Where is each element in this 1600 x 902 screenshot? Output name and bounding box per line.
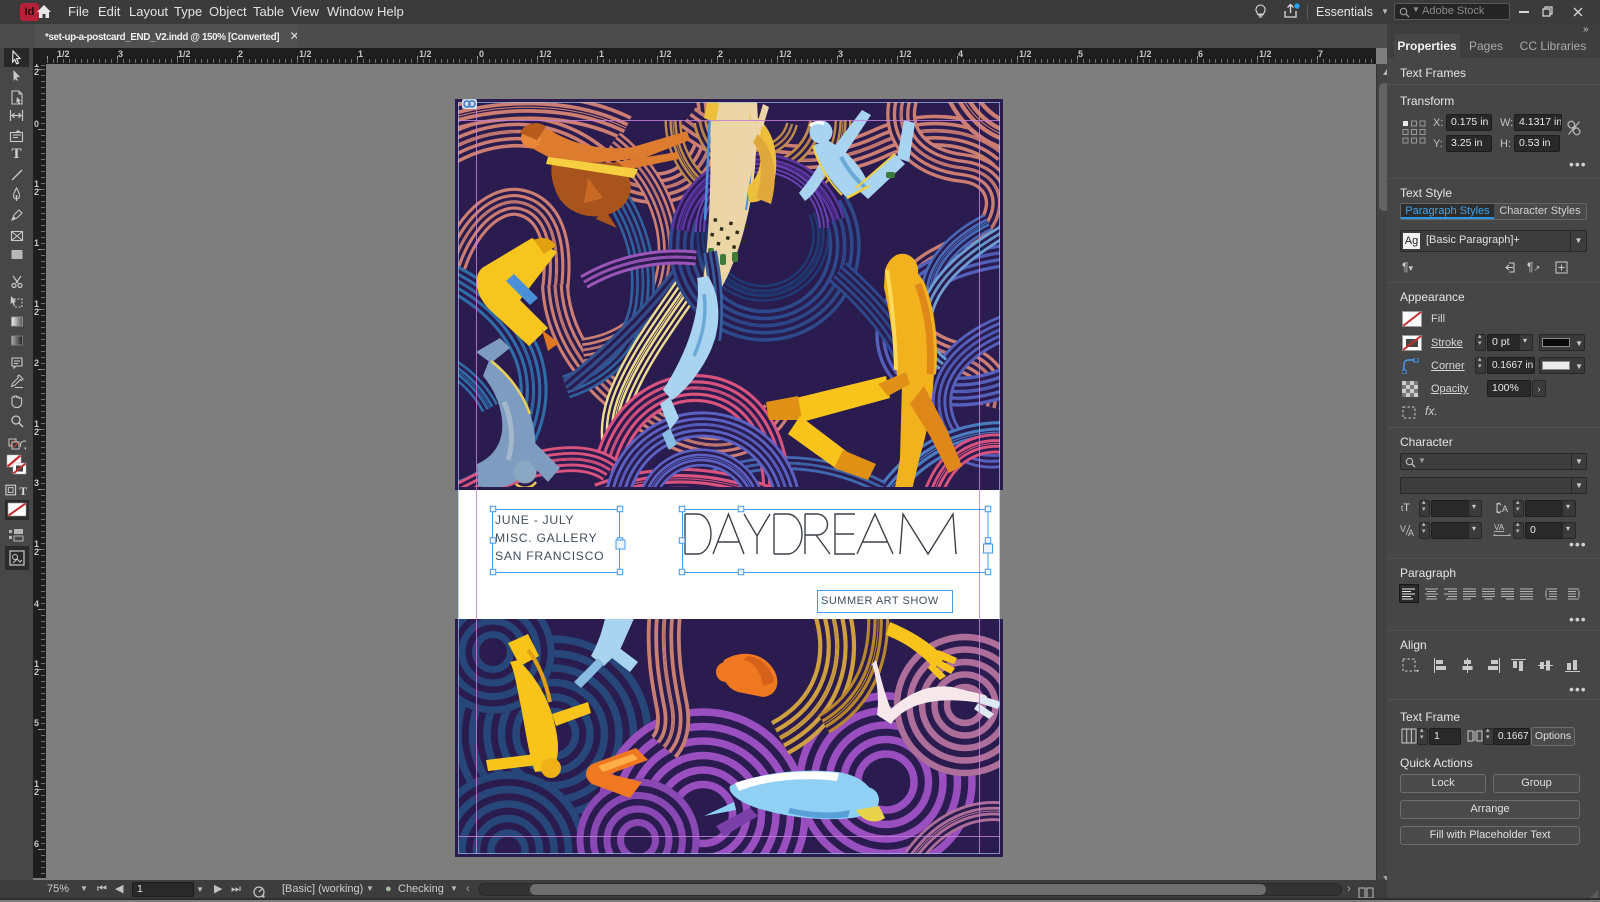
svg-text:A: A (1408, 528, 1414, 537)
svg-text:A: A (1502, 504, 1508, 514)
svg-text:JUNE - JULY: JUNE - JULY (495, 513, 574, 527)
svg-text:VA: VA (1494, 523, 1505, 532)
svg-text:T: T (19, 486, 27, 498)
svg-text:SAN FRANCISCO: SAN FRANCISCO (495, 549, 604, 563)
svg-text:SUMMER ART SHOW: SUMMER ART SHOW (821, 595, 939, 607)
svg-text:V: V (1400, 524, 1406, 534)
svg-text:MISC. GALLERY: MISC. GALLERY (495, 531, 597, 545)
